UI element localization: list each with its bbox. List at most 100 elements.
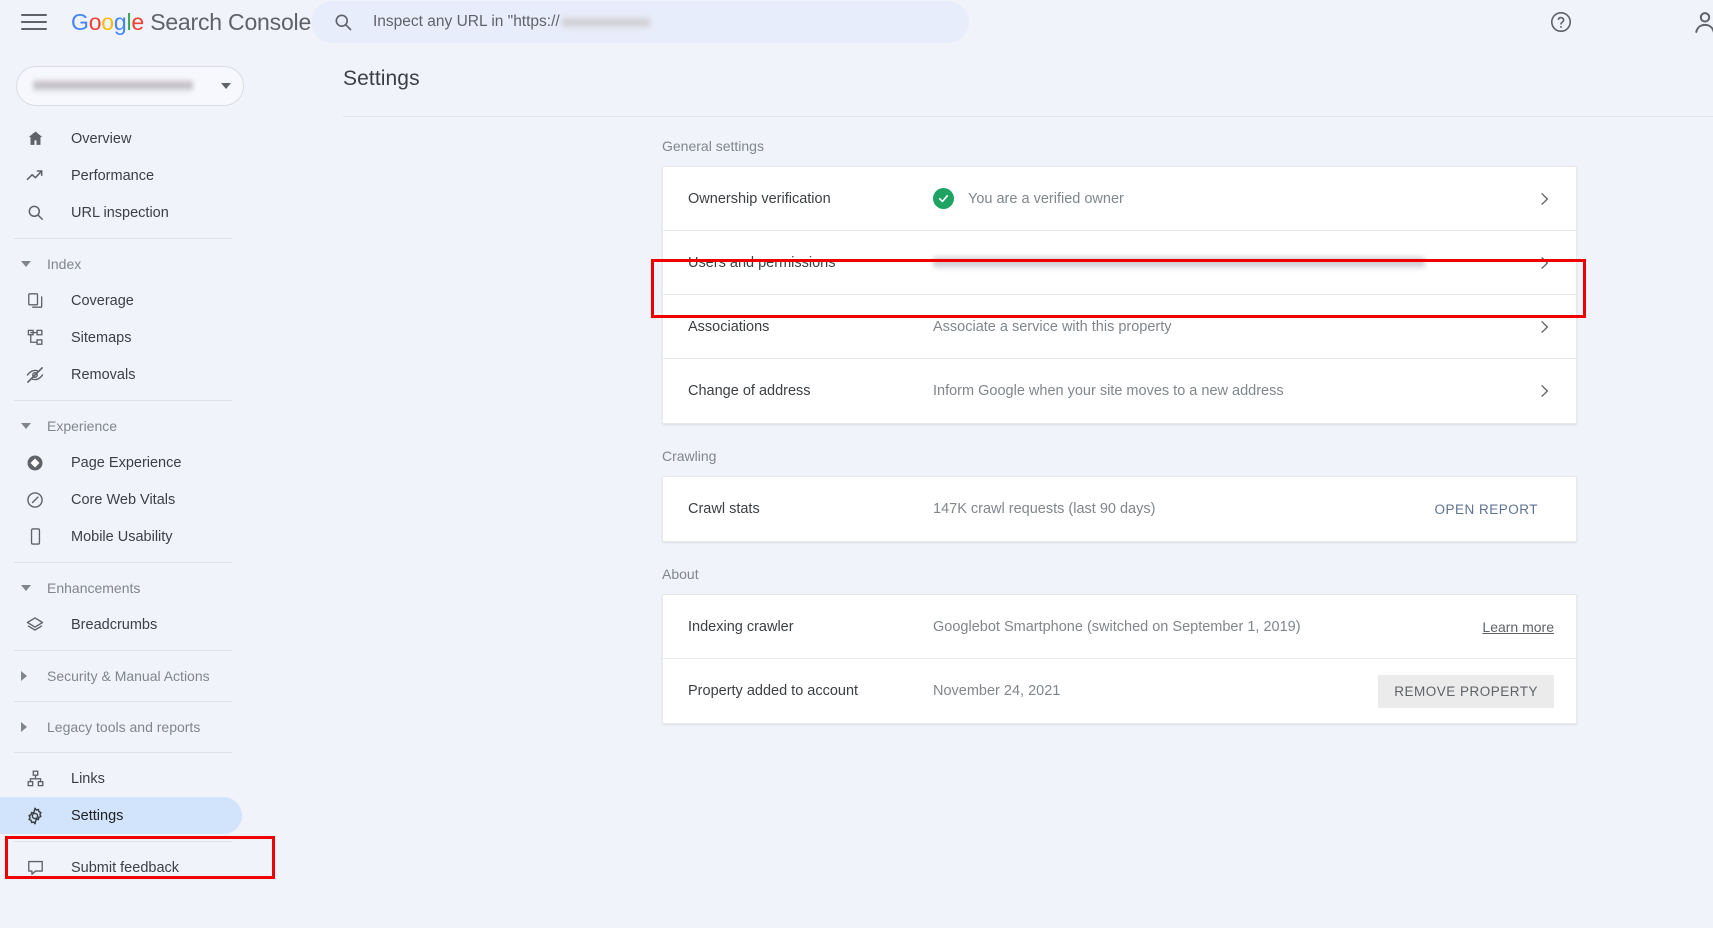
row-change-of-address[interactable]: Change of address Inform Google when you… bbox=[663, 359, 1576, 423]
feedback-icon bbox=[24, 857, 46, 879]
sidebar-item-mobile-usability[interactable]: Mobile Usability bbox=[0, 518, 242, 555]
eye-off-icon bbox=[24, 364, 46, 386]
sidebar-section-label: Security & Manual Actions bbox=[47, 668, 210, 684]
sidebar-section-legacy-tools[interactable]: Legacy tools and reports bbox=[0, 709, 256, 745]
learn-more-link[interactable]: Learn more bbox=[1482, 619, 1554, 635]
verified-check-icon bbox=[933, 188, 954, 209]
sidebar-item-label: Removals bbox=[71, 366, 136, 383]
chevron-right-icon bbox=[1534, 255, 1554, 271]
redacted-domain bbox=[561, 16, 650, 28]
sidebar-item-core-web-vitals[interactable]: Core Web Vitals bbox=[0, 481, 242, 518]
redacted-users-value bbox=[933, 256, 1425, 269]
sidebar-section-label: Index bbox=[47, 256, 82, 272]
section-label-about: About bbox=[662, 566, 699, 582]
url-inspection-search-input[interactable]: Inspect any URL in "https:// bbox=[311, 1, 969, 43]
sidebar-divider bbox=[14, 752, 232, 753]
row-label: Associations bbox=[688, 318, 770, 335]
sidebar-section-enhancements[interactable]: Enhancements bbox=[0, 570, 256, 606]
row-users-and-permissions[interactable]: Users and permissions bbox=[663, 231, 1576, 295]
sidebar-item-label: Breadcrumbs bbox=[71, 616, 158, 633]
row-label: Users and permissions bbox=[688, 254, 836, 271]
top-bar: Google Search Console Inspect any URL in… bbox=[0, 0, 1713, 44]
sidebar-item-removals[interactable]: Removals bbox=[0, 356, 242, 393]
sidebar-item-label: Coverage bbox=[71, 292, 134, 309]
remove-property-button[interactable]: REMOVE PROPERTY bbox=[1378, 674, 1554, 708]
mobile-phone-icon bbox=[24, 526, 46, 548]
sidebar-item-url-inspection[interactable]: URL inspection bbox=[0, 194, 242, 231]
row-value: Inform Google when your site moves to a … bbox=[933, 383, 1284, 399]
sidebar-item-label: Settings bbox=[71, 807, 124, 824]
sidebar-item-breadcrumbs[interactable]: Breadcrumbs bbox=[0, 606, 242, 643]
sidebar-item-label: URL inspection bbox=[71, 204, 169, 221]
row-label: Crawl stats bbox=[688, 501, 760, 517]
sidebar-item-performance[interactable]: Performance bbox=[0, 157, 242, 194]
sidebar-item-label: Mobile Usability bbox=[71, 528, 173, 545]
sidebar-item-settings[interactable]: Settings bbox=[0, 797, 242, 834]
row-ownership-verification[interactable]: Ownership verification You are a verifie… bbox=[663, 167, 1576, 231]
row-crawl-stats: Crawl stats 147K crawl requests (last 90… bbox=[663, 477, 1576, 541]
diamond-circle-icon bbox=[24, 452, 46, 474]
row-associations[interactable]: Associations Associate a service with th… bbox=[663, 295, 1576, 359]
about-card: Indexing crawler Googlebot Smartphone (s… bbox=[662, 594, 1577, 724]
account-avatar[interactable] bbox=[1691, 8, 1713, 36]
copy-pages-icon bbox=[24, 290, 46, 312]
row-label: Ownership verification bbox=[688, 190, 831, 207]
crawling-card: Crawl stats 147K crawl requests (last 90… bbox=[662, 476, 1577, 542]
brand-letter-e: e bbox=[131, 8, 144, 35]
row-value: Associate a service with this property bbox=[933, 318, 1172, 335]
sidebar-divider bbox=[14, 562, 232, 563]
sitemap-icon bbox=[24, 327, 46, 349]
section-label-general-settings: General settings bbox=[662, 138, 764, 154]
brand-letter-g2: g bbox=[113, 8, 127, 35]
chevron-down-icon bbox=[221, 83, 231, 89]
row-value bbox=[933, 256, 1534, 269]
sidebar-divider bbox=[14, 701, 232, 702]
sidebar-section-label: Enhancements bbox=[47, 580, 141, 596]
sidebar-section-experience[interactable]: Experience bbox=[0, 408, 256, 444]
sidebar-item-label: Page Experience bbox=[71, 454, 182, 471]
brand-letter-g: G bbox=[71, 8, 89, 35]
chevron-right-icon bbox=[21, 722, 33, 732]
sidebar-divider bbox=[14, 650, 232, 651]
sidebar-item-overview[interactable]: Overview bbox=[0, 120, 242, 157]
row-value: You are a verified owner bbox=[933, 188, 1534, 209]
row-label: Indexing crawler bbox=[688, 618, 794, 635]
links-tree-icon bbox=[24, 768, 46, 790]
open-report-button[interactable]: OPEN REPORT bbox=[1418, 493, 1554, 526]
row-label: Property added to account bbox=[688, 683, 859, 699]
sidebar-item-links[interactable]: Links bbox=[0, 760, 242, 797]
sidebar-item-submit-feedback[interactable]: Submit feedback bbox=[0, 849, 242, 886]
sidebar-item-sitemaps[interactable]: Sitemaps bbox=[0, 319, 242, 356]
sidebar-item-label: Links bbox=[71, 770, 105, 787]
sidebar-divider bbox=[14, 400, 232, 401]
row-property-added-to-account: Property added to account November 24, 2… bbox=[663, 659, 1576, 723]
sidebar-divider bbox=[14, 841, 232, 842]
chevron-right-icon bbox=[1534, 383, 1554, 399]
help-circle-icon[interactable] bbox=[1549, 10, 1573, 34]
sidebar-divider bbox=[14, 238, 232, 239]
home-icon bbox=[24, 128, 46, 150]
gear-icon bbox=[24, 805, 46, 827]
row-value: 147K crawl requests (last 90 days) bbox=[933, 501, 1156, 517]
sidebar-section-security-manual-actions[interactable]: Security & Manual Actions bbox=[0, 658, 256, 694]
sidebar-item-page-experience[interactable]: Page Experience bbox=[0, 444, 242, 481]
page-title: Settings bbox=[343, 67, 420, 90]
speedometer-icon bbox=[24, 489, 46, 511]
search-icon bbox=[24, 202, 46, 224]
sidebar-section-label: Experience bbox=[47, 418, 118, 434]
brand-suffix: Search Console bbox=[144, 8, 312, 35]
row-label: Change of address bbox=[688, 383, 811, 399]
search-placeholder-text: Inspect any URL in "https:// bbox=[373, 13, 560, 30]
property-selector[interactable] bbox=[16, 66, 244, 106]
brand-logo[interactable]: Google Search Console bbox=[71, 9, 311, 36]
sidebar-item-label: Performance bbox=[71, 167, 155, 184]
redacted-property-name bbox=[33, 80, 193, 92]
sidebar-item-coverage[interactable]: Coverage bbox=[0, 282, 242, 319]
sidebar-section-index[interactable]: Index bbox=[0, 246, 256, 282]
trending-up-icon bbox=[24, 165, 46, 187]
sidebar-item-label: Submit feedback bbox=[71, 859, 180, 876]
brand-letter-o1: o bbox=[88, 8, 102, 35]
hamburger-icon[interactable] bbox=[21, 9, 47, 35]
sidebar-section-label: Legacy tools and reports bbox=[47, 719, 201, 735]
sidebar-item-label: Core Web Vitals bbox=[71, 491, 176, 508]
